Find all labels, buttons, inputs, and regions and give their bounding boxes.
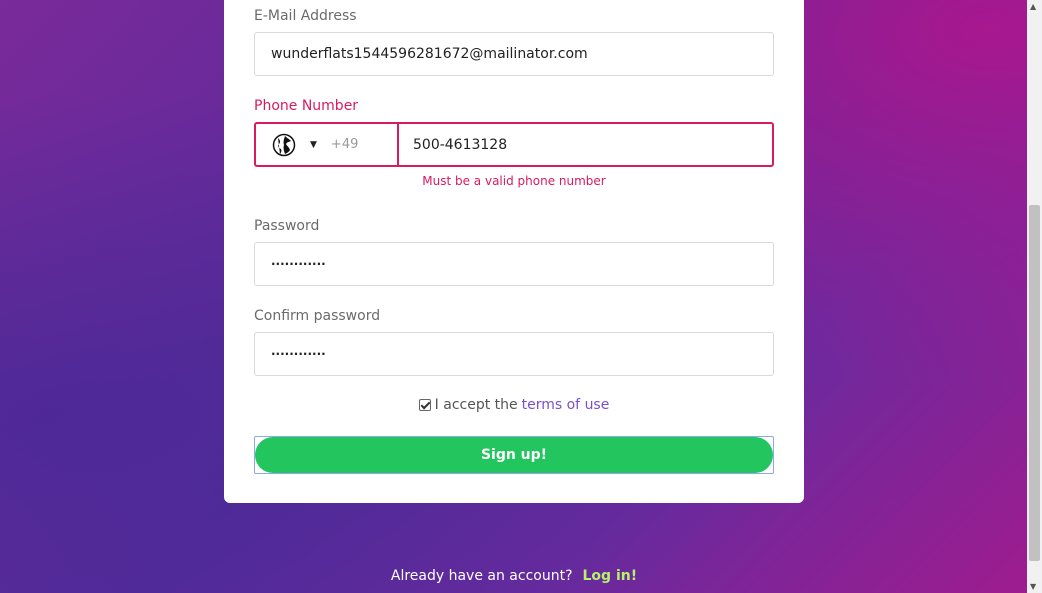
scroll-thumb[interactable] xyxy=(1029,205,1040,561)
terms-row: I accept the terms of use xyxy=(254,397,774,413)
arrow-up-icon[interactable]: ▲ xyxy=(1030,2,1036,11)
password-field[interactable]: ············ xyxy=(254,242,774,286)
phone-error-message: Must be a valid phone number xyxy=(422,174,606,188)
confirm-password-label: Confirm password xyxy=(254,308,381,324)
phone-label: Phone Number xyxy=(254,98,359,114)
phone-number-input[interactable]: 500-4613128 xyxy=(399,124,772,165)
country-select[interactable]: ▼ +49 xyxy=(256,124,399,165)
password-label: Password xyxy=(254,218,320,234)
terms-text: I accept the xyxy=(434,397,518,413)
globe-icon xyxy=(272,133,296,156)
login-prompt: Already have an account? xyxy=(390,568,573,584)
arrow-down-icon[interactable]: ▼ xyxy=(1030,582,1036,591)
footer: Already have an account? Log in! xyxy=(224,568,804,584)
phone-input-group: ▼ +49 500-4613128 xyxy=(254,122,774,167)
dial-code: +49 xyxy=(330,137,359,152)
signup-button[interactable]: Sign up! xyxy=(255,437,773,473)
email-label: E-Mail Address xyxy=(254,8,357,24)
terms-checkbox[interactable] xyxy=(418,399,431,411)
login-link[interactable]: Log in! xyxy=(583,568,638,584)
email-field[interactable]: wunderflats1544596281672@mailinator.com xyxy=(254,32,774,76)
terms-of-use-link[interactable]: terms of use xyxy=(522,397,610,413)
scrollbar[interactable]: ▲ ▼ xyxy=(1027,0,1042,593)
caret-down-icon: ▼ xyxy=(310,139,317,150)
confirm-password-field[interactable]: ············ xyxy=(254,332,774,376)
signup-button-focus: Sign up! xyxy=(254,436,774,474)
